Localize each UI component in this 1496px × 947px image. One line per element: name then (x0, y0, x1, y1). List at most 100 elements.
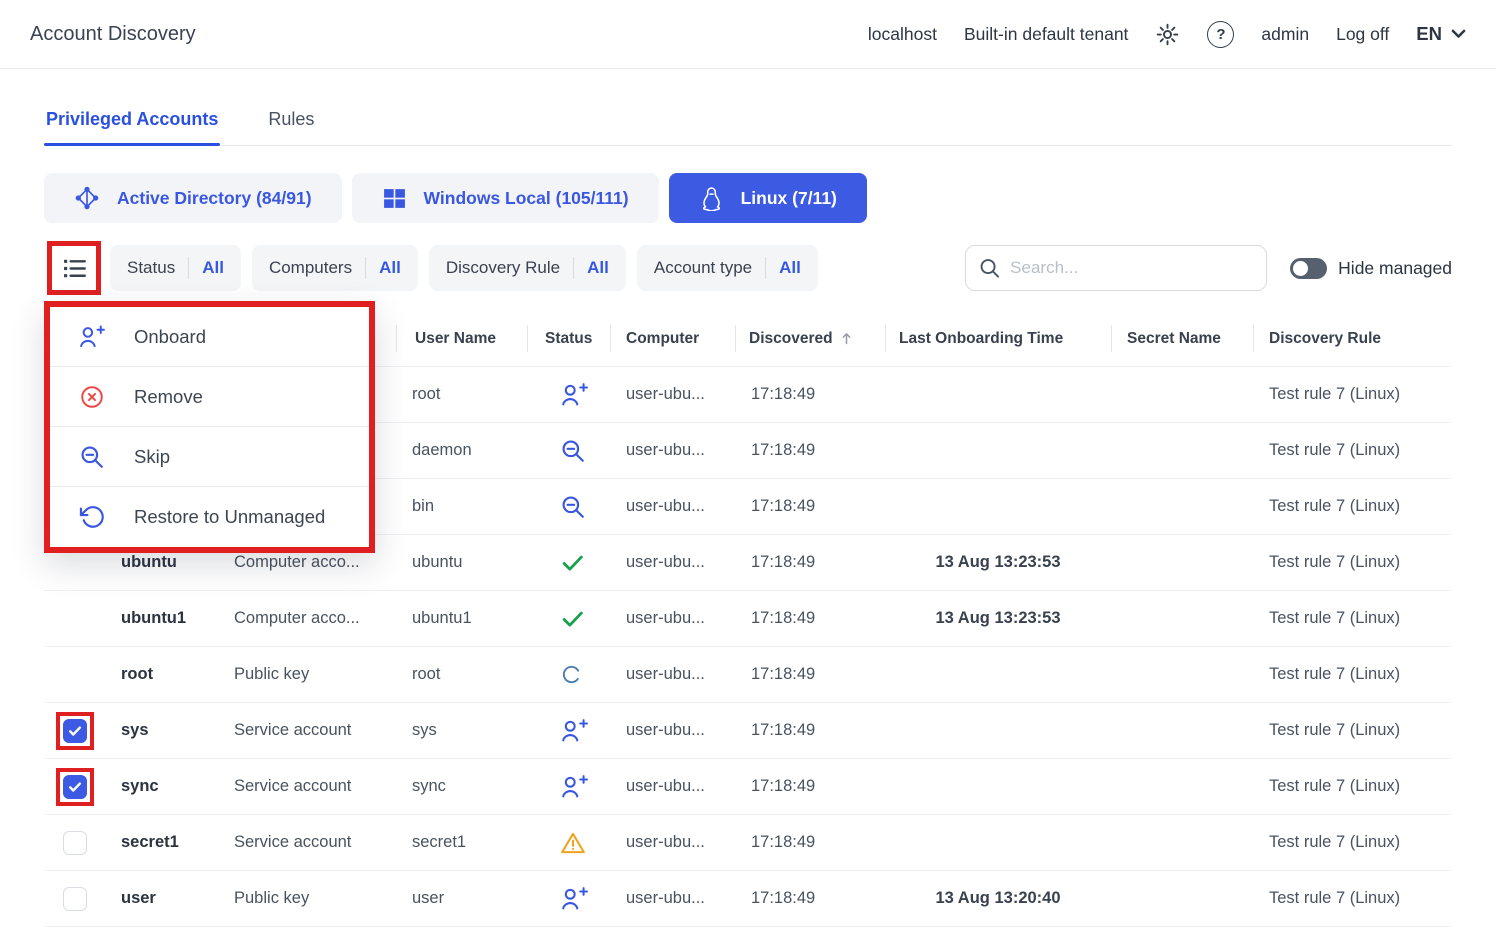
header-status[interactable]: Status (527, 311, 610, 366)
status-zoom-out-icon (560, 494, 586, 520)
header-discovery-rule[interactable]: Discovery Rule (1253, 311, 1452, 366)
table-row-root[interactable]: root Public key root user-ubu... 17:18:4… (44, 647, 1452, 703)
last-onboarding-cell: 13 Aug 13:20:40 (885, 889, 1111, 908)
table-row-sys[interactable]: sys Service account sys user-ubu... 17:1… (44, 703, 1452, 759)
menu-item-restore-to-unmanaged[interactable]: Restore to Unmanaged (50, 487, 369, 547)
user-name-cell: root (396, 665, 527, 684)
user-name-cell: sync (396, 777, 527, 796)
header-computer[interactable]: Computer (610, 311, 735, 366)
user-name-cell: secret1 (396, 833, 527, 852)
discovered-cell: 17:18:49 (735, 889, 885, 908)
status-cell (527, 663, 610, 686)
row-secret1-checkbox[interactable] (63, 831, 87, 855)
menu-item-skip[interactable]: Skip (50, 427, 369, 487)
account-type-cell: Service account (218, 721, 396, 740)
menu-item-onboard[interactable]: Onboard (50, 307, 369, 367)
checkbox-check-icon (67, 779, 83, 795)
status-zoom-out-icon (560, 438, 586, 464)
account-type-cell: Service account (218, 833, 396, 852)
filter-value: All (779, 258, 801, 278)
discovery-rule-cell: Test rule 7 (Linux) (1253, 609, 1452, 628)
windows-icon (382, 186, 407, 211)
menu-item-label: Skip (134, 446, 170, 468)
remove-circle-icon (78, 384, 105, 410)
logoff-button[interactable]: Log off (1336, 24, 1389, 45)
discovery-rule-cell: Test rule 7 (Linux) (1253, 441, 1452, 460)
status-cell (527, 830, 610, 856)
hide-managed-toggle[interactable] (1290, 258, 1327, 279)
tab-privileged-accounts[interactable]: Privileged Accounts (44, 109, 220, 145)
discovered-cell: 17:18:49 (735, 833, 885, 852)
menu-item-label: Onboard (134, 326, 206, 348)
status-cell (527, 718, 610, 744)
row-sync-checkbox[interactable] (63, 775, 87, 799)
search-input[interactable] (965, 245, 1267, 291)
discovered-cell: 17:18:49 (735, 553, 885, 572)
filter-value: All (587, 258, 609, 278)
filter-label: Computers (269, 258, 352, 278)
chip-divider (188, 257, 189, 279)
account-name-cell: sys (108, 721, 218, 740)
user-name-cell: root (396, 385, 527, 404)
platform-linux[interactable]: Linux (7/11) (669, 173, 867, 223)
discovery-rule-cell: Test rule 7 (Linux) (1253, 665, 1452, 684)
status-cell (527, 774, 610, 800)
table-row-ubuntu1[interactable]: ubuntu1 Computer acco... ubuntu1 user-ub… (44, 591, 1452, 647)
annotation-frame-checkbox (56, 768, 94, 806)
account-name-cell: ubuntu (108, 553, 218, 572)
user-name-cell: ubuntu (396, 553, 527, 572)
filter-chip-discovery-rule[interactable]: Discovery Rule All (429, 245, 626, 291)
table-row-user[interactable]: user Public key user user-ubu... 17:18:4… (44, 871, 1452, 927)
platform-filters: Active Directory (84/91) Windows Local (… (44, 173, 1452, 223)
status-cell (527, 886, 610, 912)
zoom-out-icon (78, 444, 105, 470)
header-secret-name[interactable]: Secret Name (1111, 311, 1253, 366)
platform-label: Linux (7/11) (741, 188, 837, 209)
chip-divider (573, 257, 574, 279)
active-directory-icon (74, 185, 100, 211)
account-name-cell: ubuntu1 (108, 609, 218, 628)
help-icon[interactable]: ? (1207, 21, 1234, 48)
last-onboarding-cell: 13 Aug 13:23:53 (885, 553, 1111, 572)
settings-icon[interactable] (1155, 22, 1180, 47)
discovered-cell: 17:18:49 (735, 609, 885, 628)
status-check-icon (560, 606, 585, 631)
computer-cell: user-ubu... (610, 833, 735, 852)
table-row-sync[interactable]: sync Service account sync user-ubu... 17… (44, 759, 1452, 815)
row-user-checkbox[interactable] (63, 887, 87, 911)
platform-windows-local[interactable]: Windows Local (105/111) (352, 173, 659, 223)
menu-item-remove[interactable]: Remove (50, 367, 369, 427)
account-name-cell: user (108, 889, 218, 908)
filter-chip-status[interactable]: Status All (110, 245, 241, 291)
discovered-cell: 17:18:49 (735, 497, 885, 516)
user-name-cell: user (396, 889, 527, 908)
account-type-cell: Public key (218, 665, 396, 684)
computer-cell: user-ubu... (610, 721, 735, 740)
header-discovered[interactable]: Discovered (735, 311, 885, 366)
filter-chip-computers[interactable]: Computers All (252, 245, 418, 291)
row-sys-checkbox[interactable] (63, 719, 87, 743)
bulk-actions-button[interactable] (52, 246, 96, 290)
toggle-knob (1293, 261, 1308, 276)
account-name-cell: secret1 (108, 833, 218, 852)
filter-chip-account-type[interactable]: Account type All (637, 245, 818, 291)
status-user-plus-icon (560, 886, 588, 912)
topbar: Account Discovery localhost Built-in def… (0, 0, 1496, 69)
menu-item-label: Remove (134, 386, 203, 408)
header-user-name[interactable]: User Name (396, 311, 527, 366)
sort-asc-icon (841, 332, 852, 345)
menu-item-label: Restore to Unmanaged (134, 506, 325, 528)
language-label: EN (1416, 23, 1442, 45)
computer-cell: user-ubu... (610, 665, 735, 684)
platform-label: Active Directory (84/91) (117, 188, 312, 209)
computer-cell: user-ubu... (610, 497, 735, 516)
header-last-onboarding-time[interactable]: Last Onboarding Time (885, 311, 1111, 366)
tab-rules[interactable]: Rules (266, 109, 316, 145)
discovery-rule-cell: Test rule 7 (Linux) (1253, 553, 1452, 572)
user-menu[interactable]: admin (1261, 24, 1309, 45)
language-selector[interactable]: EN (1416, 23, 1466, 45)
platform-active-directory[interactable]: Active Directory (84/91) (44, 173, 342, 223)
table-row-secret1[interactable]: secret1 Service account secret1 user-ubu… (44, 815, 1452, 871)
account-type-cell: Service account (218, 777, 396, 796)
status-check-icon (560, 550, 585, 575)
